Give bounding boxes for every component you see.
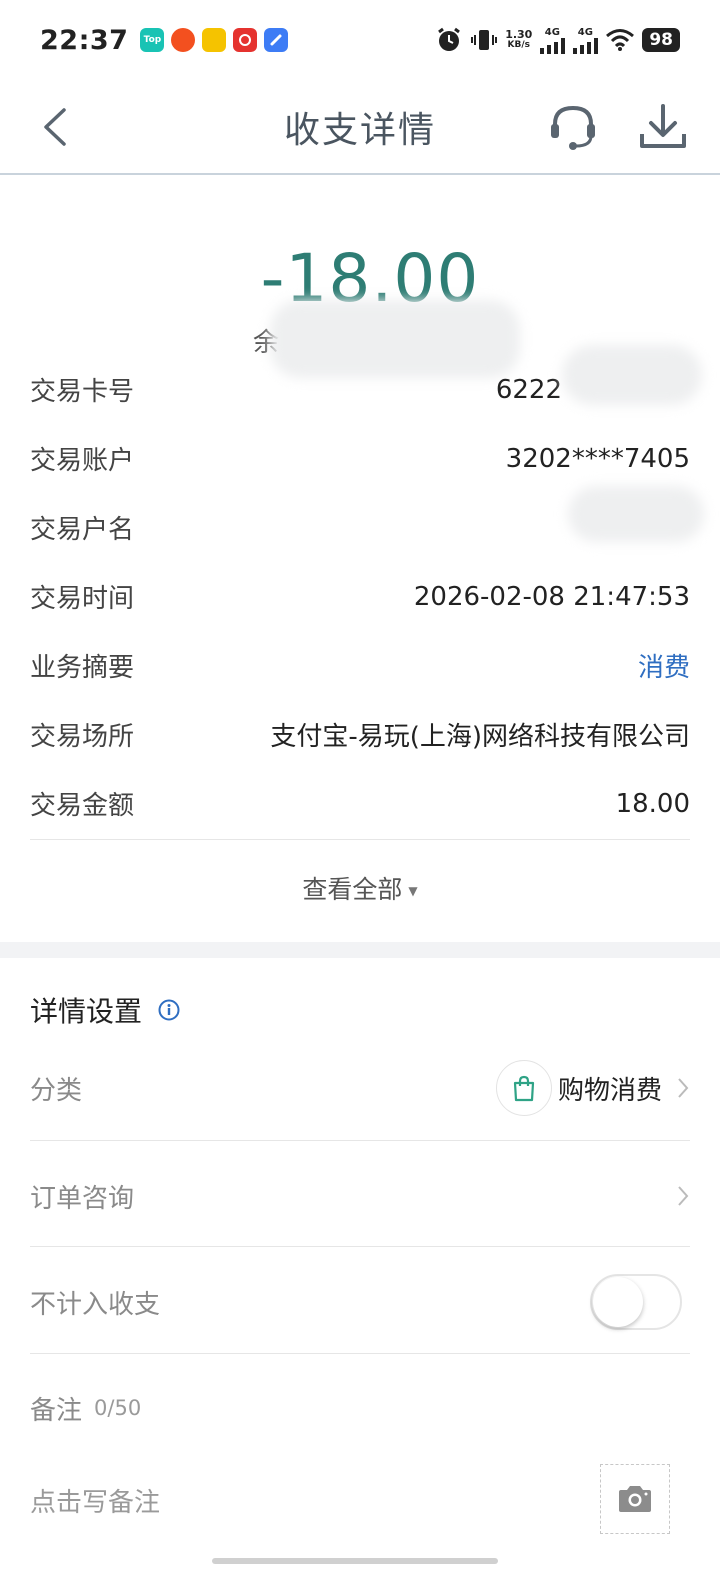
detail-row-summary: 业务摘要 消费	[30, 653, 690, 683]
category-badge	[495, 1060, 552, 1116]
chevron-right-icon	[678, 1186, 689, 1206]
category-value: 购物消费	[557, 1075, 662, 1106]
chevron-right-icon	[678, 1078, 689, 1098]
toggle-knob	[593, 1277, 643, 1327]
divider	[30, 839, 690, 840]
detail-row-amount: 交易金额 18.00	[30, 788, 690, 822]
note-header: 备注 0/50	[30, 1395, 142, 1426]
notification-app-icons: Top	[140, 28, 289, 52]
order-inquiry-row[interactable]: 订单咨询	[30, 1166, 690, 1226]
status-indicators: 1.30 KB/s 4G 4G 98	[435, 26, 680, 54]
battery-indicator: 98	[642, 28, 680, 52]
customer-service-icon[interactable]	[546, 100, 600, 154]
exclude-toggle[interactable]	[590, 1274, 682, 1330]
home-indicator[interactable]	[212, 1558, 498, 1564]
game-app-icon	[202, 28, 227, 52]
browser-app-icon	[264, 28, 289, 52]
camera-icon	[619, 1486, 651, 1512]
exclude-from-stats-row: 不计入收支	[30, 1272, 690, 1332]
redacted-account-name	[568, 486, 704, 542]
section-separator	[0, 942, 720, 958]
page-title: 收支详情	[283, 109, 436, 151]
view-all-button[interactable]: 查看全部 ▼	[0, 870, 720, 906]
signal-4g-1-icon: 4G	[539, 27, 566, 54]
detail-row-time: 交易时间 2026-02-08 21:47:53	[30, 581, 690, 615]
note-char-count: 0/50	[94, 1396, 142, 1420]
settings-section-title: 详情设置	[30, 990, 180, 1030]
download-icon[interactable]	[636, 100, 690, 154]
shopping-bag-icon	[513, 1075, 535, 1102]
transaction-details: 交易卡号 6222 交易账户 3202****7405 交易户名 交易时间 20…	[30, 355, 690, 838]
network-speed: 1.30 KB/s	[505, 28, 533, 50]
wifi-icon	[606, 29, 635, 51]
vibrate-icon	[471, 30, 498, 50]
back-arrow-icon[interactable]	[36, 102, 76, 152]
divider	[30, 1246, 690, 1247]
status-bar: 22:37 Top 1.30 KB/s 4G 4G 98	[0, 0, 720, 80]
divider	[30, 1140, 690, 1141]
netease-music-icon	[233, 28, 258, 52]
alarm-icon	[438, 27, 461, 51]
nav-bar: 收支详情	[0, 80, 720, 175]
add-photo-button[interactable]	[600, 1464, 670, 1534]
signal-4g-2-icon: 4G	[572, 27, 599, 54]
status-time: 22:37	[40, 24, 129, 56]
note-input[interactable]: 点击写备注	[30, 1470, 690, 1530]
coupon-app-icon	[171, 28, 196, 52]
top-app-icon: Top	[140, 28, 165, 52]
info-icon[interactable]	[158, 999, 180, 1021]
detail-row-account: 交易账户 3202****7405	[30, 443, 690, 477]
redacted-card-number	[562, 345, 702, 405]
caret-down-icon: ▼	[408, 884, 418, 898]
detail-row-merchant: 交易场所 支付宝-易玩(上海)网络科技有限公司	[30, 722, 690, 752]
category-row[interactable]: 分类 购物消费	[30, 1058, 690, 1118]
divider	[30, 1353, 690, 1354]
